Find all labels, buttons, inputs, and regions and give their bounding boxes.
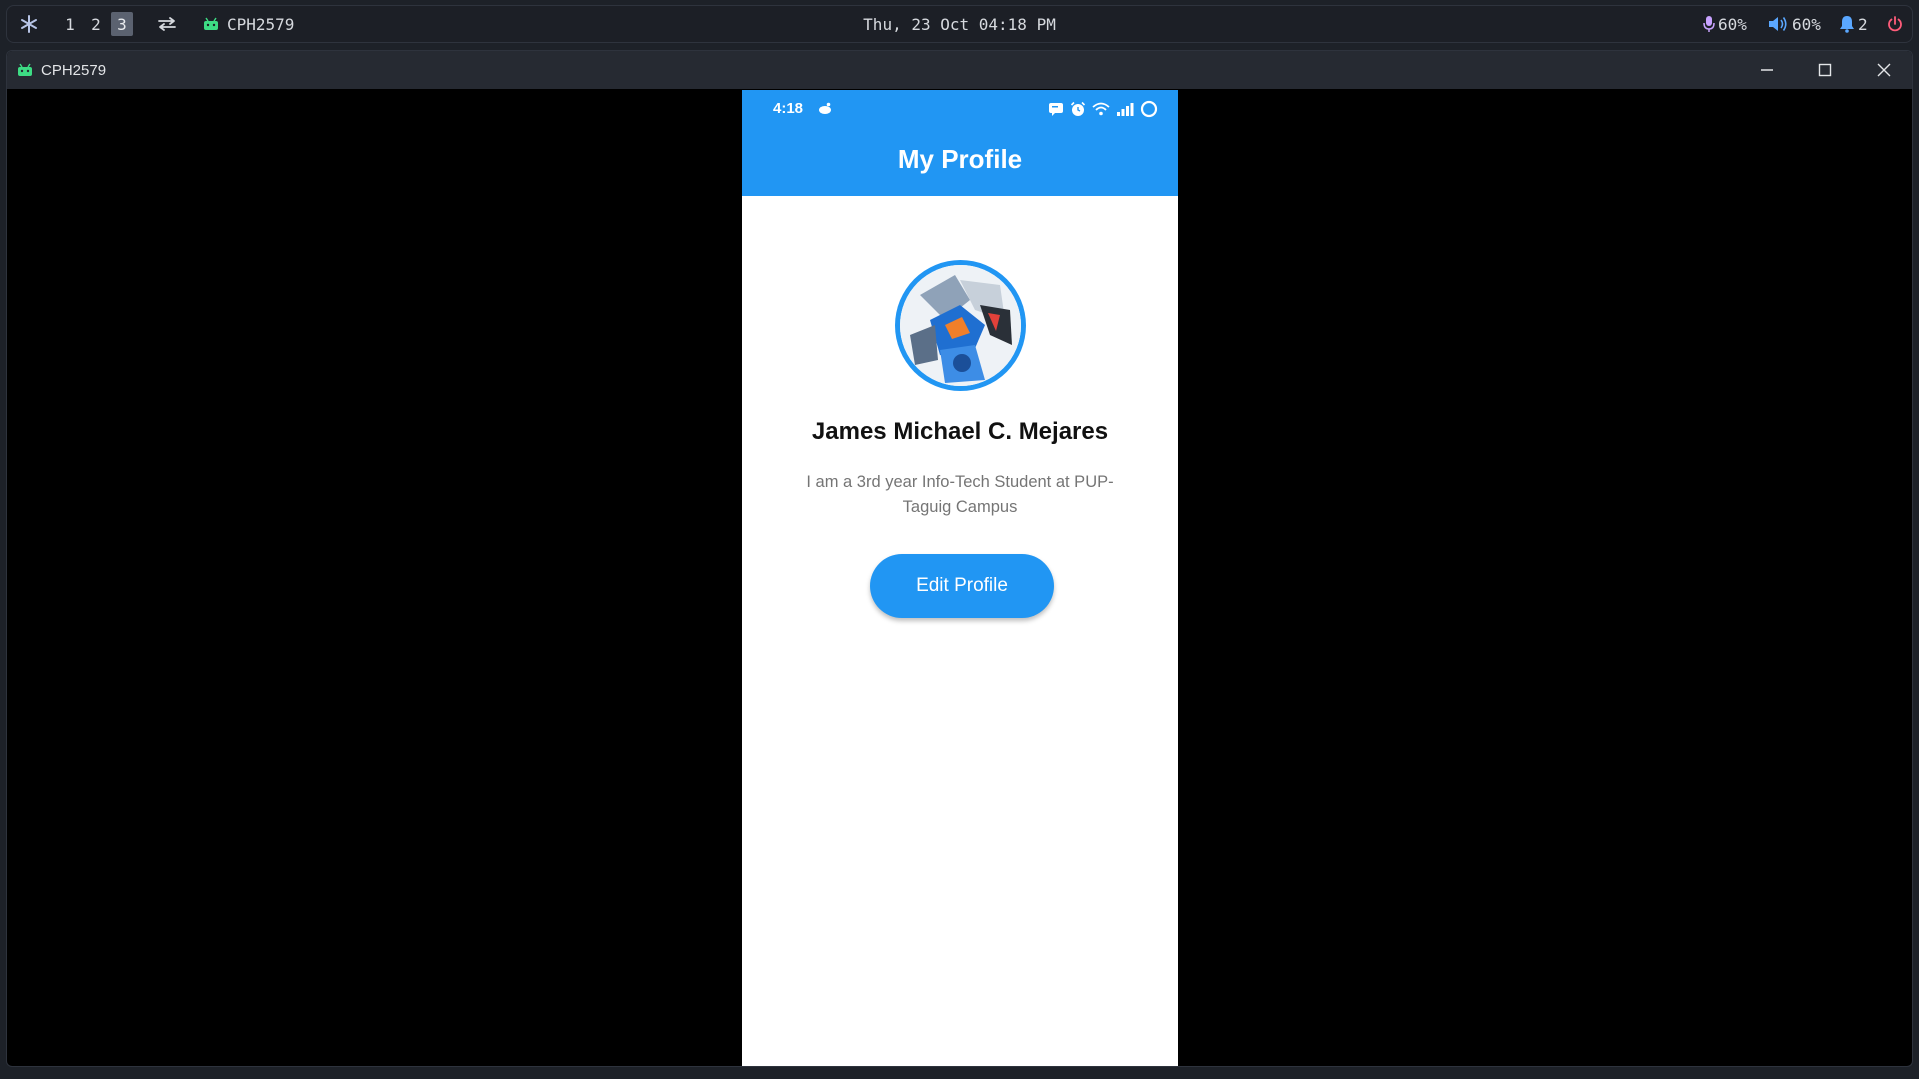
power-button[interactable] <box>1887 6 1903 42</box>
mic-indicator[interactable]: 60% <box>1703 6 1747 42</box>
workspace-2[interactable]: 2 <box>85 12 107 36</box>
close-button[interactable] <box>1864 55 1904 85</box>
notification-indicator[interactable]: 2 <box>1839 6 1868 42</box>
minimize-icon <box>1760 63 1774 77</box>
avatar-image <box>900 265 1021 386</box>
android-icon <box>17 63 33 77</box>
mic-icon <box>1703 15 1715 33</box>
speaker-icon <box>1767 15 1789 33</box>
maximize-button[interactable] <box>1805 55 1845 85</box>
workspace-1[interactable]: 1 <box>59 12 81 36</box>
volume-indicator[interactable]: 60% <box>1767 6 1821 42</box>
swap-button[interactable] <box>157 6 177 42</box>
phone-status-bar: 4:18 <box>742 90 1178 130</box>
wifi-icon <box>1092 102 1110 116</box>
bell-icon <box>1839 15 1855 33</box>
active-app-name: CPH2579 <box>227 14 295 34</box>
active-app-indicator[interactable]: CPH2579 <box>203 6 294 42</box>
swap-icon <box>157 16 177 32</box>
alarm-icon <box>1070 101 1086 117</box>
status-time: 4:18 <box>773 100 804 117</box>
mic-level: 60% <box>1718 14 1747 34</box>
launcher-button[interactable] <box>19 6 39 42</box>
battery-ring-icon <box>1140 100 1158 118</box>
system-top-bar: 1 2 3 CPH2579 Thu, 23 Oct 04:18 PM 60% 6… <box>6 5 1913 43</box>
window-titlebar[interactable]: CPH2579 <box>7 51 1912 89</box>
close-icon <box>1877 63 1891 77</box>
android-icon <box>203 17 219 31</box>
minimize-button[interactable] <box>1747 55 1787 85</box>
page-title: My Profile <box>897 144 1023 174</box>
maximize-icon <box>1818 63 1832 77</box>
signal-icon <box>1116 102 1134 116</box>
window-title: CPH2579 <box>41 61 107 79</box>
power-icon <box>1887 16 1903 32</box>
message-icon <box>1048 102 1064 116</box>
phone-screen: 4:18 My Profile James Michael C. Mejares… <box>742 90 1178 1066</box>
profile-bio: I am a 3rd year Info-Tech Student at PUP… <box>806 473 1114 516</box>
notification-count: 2 <box>1858 14 1868 34</box>
notification-app-icon <box>818 102 832 114</box>
workspace-3[interactable]: 3 <box>111 12 133 36</box>
edit-profile-button[interactable]: Edit Profile <box>870 554 1054 618</box>
app-bar: 4:18 My Profile <box>742 90 1178 196</box>
avatar[interactable] <box>895 260 1026 391</box>
volume-level: 60% <box>1792 14 1821 34</box>
profile-name: James Michael C. Mejares <box>811 418 1109 445</box>
app-window: CPH2579 4:18 My Profile James Michael C.… <box>6 50 1913 1067</box>
nixos-snowflake-icon <box>19 14 39 34</box>
